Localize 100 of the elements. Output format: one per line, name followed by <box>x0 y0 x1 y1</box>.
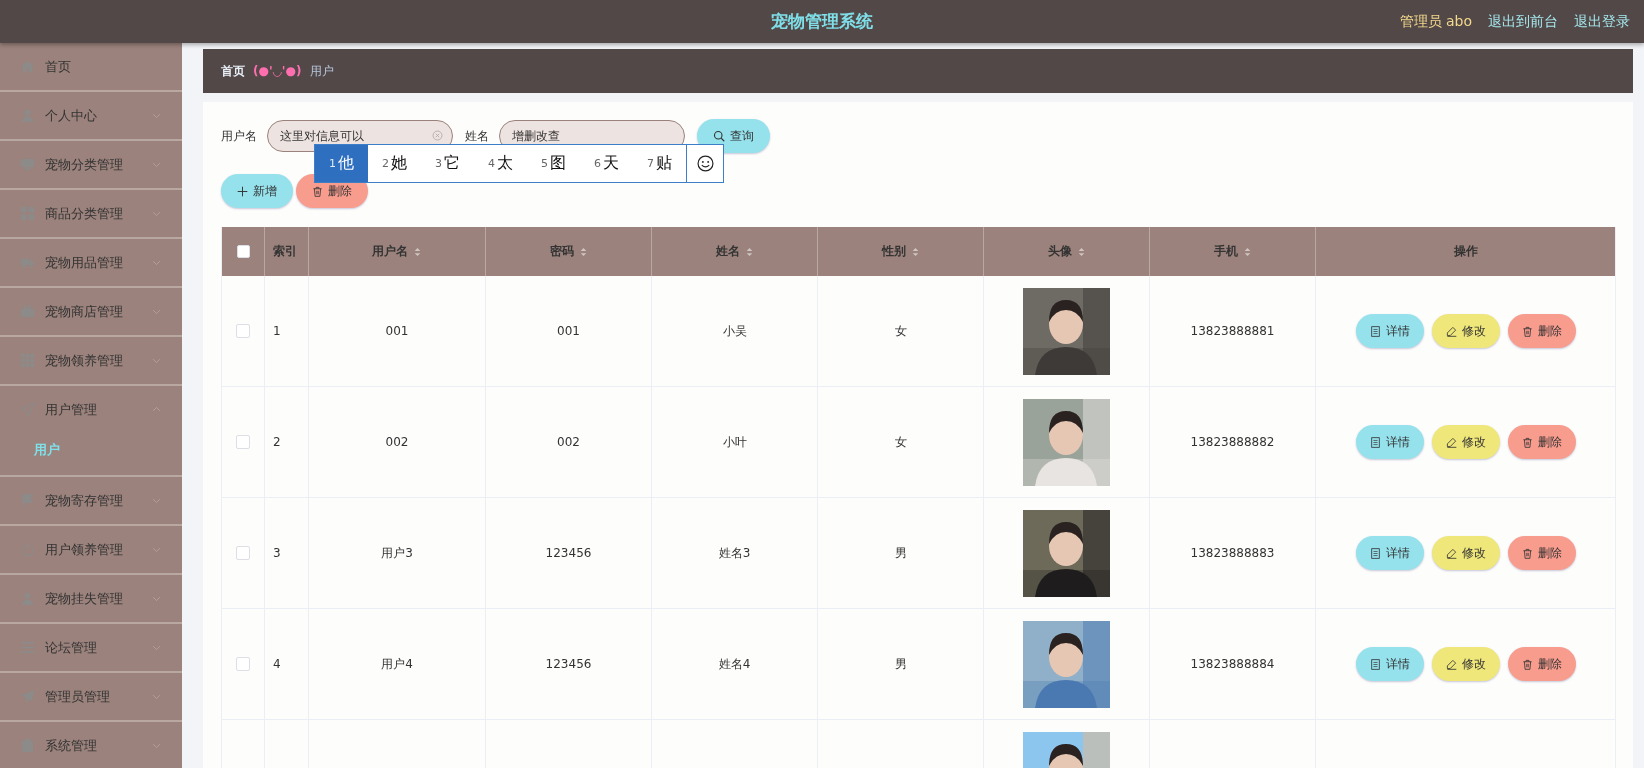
column-header[interactable]: 手机 <box>1213 243 1238 260</box>
admin-name: 管理员 abo <box>1399 12 1472 31</box>
table-cell: 13823888882 <box>1190 435 1275 449</box>
row-checkbox[interactable] <box>236 657 250 671</box>
menu-item[interactable]: 宠物商店管理 <box>0 288 182 335</box>
delete-button[interactable]: 删除 <box>1507 536 1576 570</box>
pencil-icon <box>1445 325 1457 337</box>
table-cell: 123456 <box>545 657 592 671</box>
pencil-icon <box>1445 658 1457 670</box>
menu-item[interactable]: 宠物寄存管理 <box>0 477 182 524</box>
menu-label: 宠物商店管理 <box>45 302 124 321</box>
trash-icon <box>1521 547 1533 559</box>
table-cell: 男 <box>894 544 907 562</box>
menu-item[interactable]: 宠物挂失管理 <box>0 575 182 622</box>
breadcrumb-link[interactable]: 首页 <box>221 62 245 80</box>
detail-button[interactable]: 详情 <box>1355 536 1424 570</box>
header-link[interactable]: 退出到前台 <box>1488 12 1558 31</box>
table-cell: 女 <box>894 322 907 340</box>
pencil-icon <box>1445 547 1457 559</box>
menu-item[interactable]: 首页 <box>0 43 182 90</box>
search-button[interactable]: 查询 <box>697 119 770 153</box>
delete-button[interactable]: 删除 <box>1507 647 1576 681</box>
menu-label: 宠物分类管理 <box>45 155 124 174</box>
row-checkbox[interactable] <box>236 546 250 560</box>
detail-button[interactable]: 详情 <box>1355 647 1424 681</box>
table-cell: 13823888883 <box>1190 546 1275 560</box>
table-cell: 1 <box>273 324 281 338</box>
table-cell: 小叶 <box>722 433 747 451</box>
table-cell: 小吴 <box>722 322 747 340</box>
menu-label: 宠物挂失管理 <box>45 589 124 608</box>
table-cell: 4 <box>273 657 281 671</box>
document-icon <box>1369 325 1381 337</box>
table-cell: 001 <box>385 324 409 338</box>
column-header[interactable]: 姓名 <box>715 243 740 260</box>
table-cell: 男 <box>894 655 907 673</box>
menu-label: 宠物寄存管理 <box>45 491 124 510</box>
table-cell: 3 <box>273 546 281 560</box>
menu-label: 系统管理 <box>45 736 98 755</box>
field-label: 姓名 <box>465 127 489 145</box>
column-header[interactable]: 用户名 <box>372 243 408 260</box>
menu-label: 宠物用品管理 <box>45 253 124 272</box>
table-cell: 002 <box>385 435 409 449</box>
menu-item[interactable]: 宠物分类管理 <box>0 141 182 188</box>
column-header[interactable]: 性别 <box>881 243 906 260</box>
search-icon <box>713 130 725 142</box>
table-cell: 用户3 <box>381 544 413 562</box>
plus-icon <box>237 185 248 197</box>
smiley-icon <box>696 155 714 172</box>
edit-button[interactable]: 修改 <box>1431 425 1500 459</box>
table-cell: 13823888884 <box>1190 657 1275 671</box>
menu-label: 管理员管理 <box>45 687 111 706</box>
table-cell: 002 <box>557 435 580 449</box>
edit-button[interactable]: 修改 <box>1431 314 1500 348</box>
table-cell: 用户4 <box>381 655 413 673</box>
breadcrumb-current: 用户 <box>309 62 334 80</box>
trash-icon <box>1521 436 1533 448</box>
column-header[interactable]: 头像 <box>1047 243 1072 260</box>
menu-item[interactable]: 宠物领养管理 <box>0 337 182 384</box>
edit-button[interactable]: 修改 <box>1431 647 1500 681</box>
delete-button[interactable]: 删除 <box>1507 425 1576 459</box>
menu-label: 宠物领养管理 <box>45 351 124 370</box>
table-cell: 姓名3 <box>718 544 751 562</box>
menu-label: 用户领养管理 <box>45 540 124 559</box>
menu-item[interactable]: 用户管理 <box>0 386 182 433</box>
trash-icon <box>312 185 323 197</box>
table-cell: 2 <box>273 435 281 449</box>
menu-item[interactable]: 宠物用品管理 <box>0 239 182 286</box>
menu-item[interactable]: 系统管理 <box>0 722 182 768</box>
row-checkbox[interactable] <box>236 435 250 449</box>
add-button[interactable]: 新增 <box>221 174 293 208</box>
table-cell: 女 <box>894 433 907 451</box>
column-header[interactable]: 索引 <box>273 243 297 260</box>
table-cell: 001 <box>557 324 580 338</box>
candidate-item[interactable]: 1 他 <box>315 145 368 182</box>
pencil-icon <box>1445 436 1457 448</box>
field-label: 用户名 <box>221 127 257 145</box>
edit-button[interactable]: 修改 <box>1431 536 1500 570</box>
column-header[interactable]: 操作 <box>1453 243 1478 260</box>
table-cell: 123456 <box>545 546 592 560</box>
document-icon <box>1369 658 1381 670</box>
column-header[interactable]: 密码 <box>549 243 574 260</box>
row-checkbox[interactable] <box>236 324 250 338</box>
table-cell: 13823888881 <box>1190 324 1275 338</box>
menu-item[interactable]: 个人中心 <box>0 92 182 139</box>
menu-item[interactable]: 管理员管理 <box>0 673 182 720</box>
document-icon <box>1369 436 1381 448</box>
menu-label: 个人中心 <box>45 106 98 125</box>
menu-item[interactable]: 用户领养管理 <box>0 526 182 573</box>
select-all-checkbox[interactable] <box>236 245 250 258</box>
detail-button[interactable]: 详情 <box>1355 425 1424 459</box>
clear-icon <box>432 130 443 141</box>
detail-button[interactable]: 详情 <box>1355 314 1424 348</box>
header-link[interactable]: 退出登录 <box>1574 12 1630 31</box>
menu-label: 商品分类管理 <box>45 204 124 223</box>
menu-item[interactable]: 商品分类管理 <box>0 190 182 237</box>
document-icon <box>1369 547 1381 559</box>
menu-item[interactable]: 论坛管理 <box>0 624 182 671</box>
delete-button[interactable]: 删除 <box>1507 314 1576 348</box>
table-cell: 姓名4 <box>718 655 751 673</box>
breadcrumb-separator: (●'◡'●) <box>253 64 302 78</box>
